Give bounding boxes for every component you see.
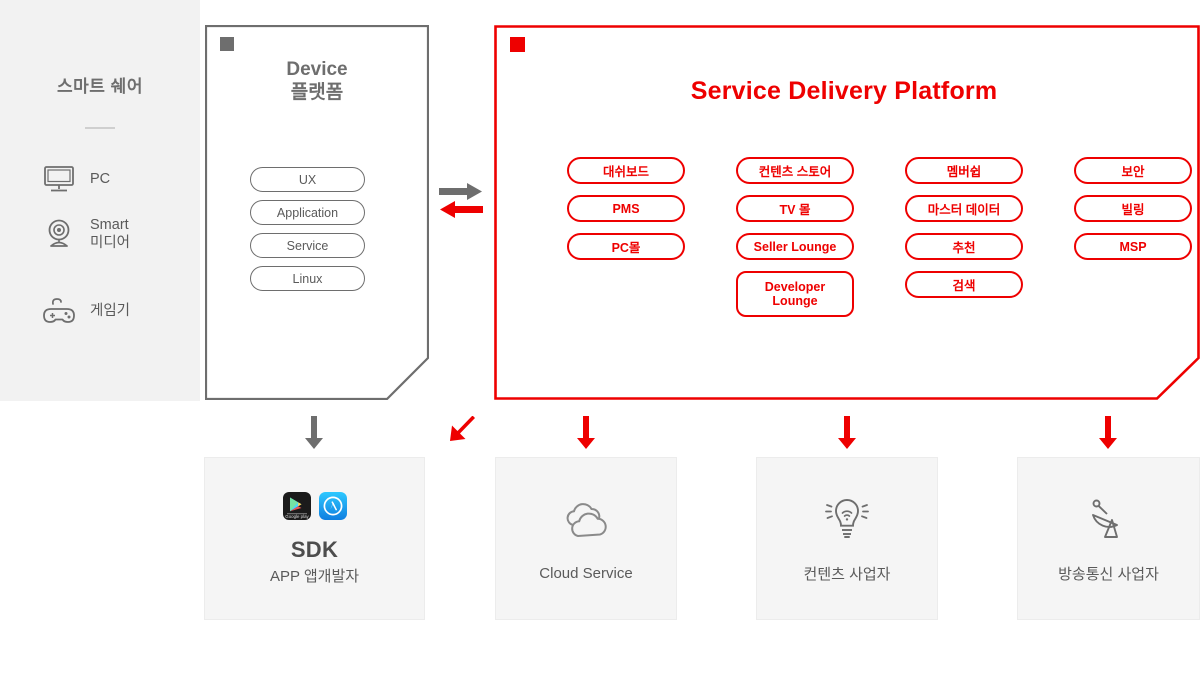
platform-pill-contents-store[interactable]: 컨텐츠 스토어: [736, 157, 854, 184]
device-pill-list: UX Application Service Linux: [250, 167, 365, 291]
card-subtitle: APP 앱개발자: [269, 567, 360, 585]
card-title: SDK: [290, 536, 339, 562]
app-store-icon: [318, 491, 347, 525]
arrow-to-sdk: [303, 416, 325, 450]
platform-panel-title: Service Delivery Platform: [690, 77, 998, 105]
device-pill-service[interactable]: Service: [250, 233, 365, 258]
monitor-icon: [42, 162, 76, 196]
platform-pill-pms[interactable]: PMS: [567, 195, 685, 222]
service-delivery-platform-panel: Service Delivery Platform 대쉬보드 PMS PC몰 컨…: [494, 25, 1200, 400]
platform-pill-column-1: 대쉬보드 PMS PC몰: [567, 157, 685, 317]
platform-pill-tv-mall[interactable]: TV 몰: [736, 195, 854, 222]
arrow-to-cloud: [575, 416, 597, 450]
arrow-right-icon: [439, 183, 482, 200]
lightbulb-wifi-icon: [819, 493, 875, 545]
sidebar-item-label: 게임기: [90, 302, 131, 319]
sidebar-divider: [85, 127, 115, 129]
sidebar-title: 스마트 쉐어: [57, 77, 143, 96]
device-platform-panel: Device 플랫폼 UX Application Service Linux: [205, 25, 429, 400]
device-pill-linux[interactable]: Linux: [250, 266, 365, 291]
card-cloud-service[interactable]: Cloud Service: [495, 457, 677, 620]
webcam-icon: [42, 217, 76, 251]
device-panel-title: Device 플랫폼: [286, 59, 348, 104]
platform-pill-column-3: 멤버쉽 마스터 데이터 추천 검색: [905, 157, 1023, 317]
sdk-store-icons: Google play: [282, 491, 347, 525]
platform-pill-billing[interactable]: 빌링: [1074, 195, 1192, 222]
platform-pill-membership[interactable]: 멤버쉽: [905, 157, 1023, 184]
google-play-icon: Google play: [282, 491, 311, 525]
arrow-to-contents: [836, 416, 858, 450]
platform-pill-column-4: 보안 빌링 MSP: [1074, 157, 1192, 317]
sidebar-item-label: PC: [90, 170, 111, 187]
platform-pill-search[interactable]: 검색: [905, 271, 1023, 298]
platform-pill-recommendation[interactable]: 추천: [905, 233, 1023, 260]
arrow-to-broadcast: [1097, 416, 1119, 450]
platform-pill-dashboard[interactable]: 대쉬보드: [567, 157, 685, 184]
arrow-left-icon: [440, 201, 483, 218]
cloud-icon: [558, 495, 614, 547]
card-broadcast-provider[interactable]: 방송통신 사업자: [1017, 457, 1200, 620]
device-panel-marker: [220, 37, 234, 51]
platform-pill-security[interactable]: 보안: [1074, 157, 1192, 184]
diagram-canvas: 스마트 쉐어 PC Smart 미디어 게임기 Device 플랫폼 UX Ap…: [0, 0, 1200, 681]
platform-pill-grid: 대쉬보드 PMS PC몰 컨텐츠 스토어 TV 몰 Seller Lounge …: [567, 157, 1192, 317]
card-sdk[interactable]: Google play SDK APP 앱개발자: [204, 457, 425, 620]
card-label: 컨텐츠 사업자: [803, 566, 891, 583]
svg-text:Google play: Google play: [285, 514, 309, 519]
platform-pill-pc-mall[interactable]: PC몰: [567, 233, 685, 260]
card-label: Cloud Service: [539, 565, 633, 582]
satellite-dish-icon: [1081, 493, 1137, 545]
sidebar-panel: [0, 0, 200, 401]
platform-pill-msp[interactable]: MSP: [1074, 233, 1192, 260]
platform-pill-seller-lounge[interactable]: Seller Lounge: [736, 233, 854, 260]
sidebar-item-label: Smart 미디어: [90, 217, 131, 252]
platform-pill-column-2: 컨텐츠 스토어 TV 몰 Seller Lounge Developer Lou…: [736, 157, 854, 317]
sidebar-item-game-console[interactable]: 게임기: [42, 294, 130, 328]
device-pill-application[interactable]: Application: [250, 200, 365, 225]
arrow-to-device: [447, 415, 477, 450]
platform-pill-developer-lounge[interactable]: Developer Lounge: [736, 271, 854, 317]
bidirectional-arrows: [437, 178, 485, 226]
device-pill-ux[interactable]: UX: [250, 167, 365, 192]
card-contents-provider[interactable]: 컨텐츠 사업자: [756, 457, 938, 620]
card-label: 방송통신 사업자: [1058, 566, 1159, 583]
sidebar-item-smart-media[interactable]: Smart 미디어: [42, 216, 130, 252]
sidebar-item-pc[interactable]: PC: [42, 162, 110, 196]
gamepad-icon: [42, 294, 76, 328]
platform-panel-marker: [510, 37, 525, 52]
platform-pill-master-data[interactable]: 마스터 데이터: [905, 195, 1023, 222]
